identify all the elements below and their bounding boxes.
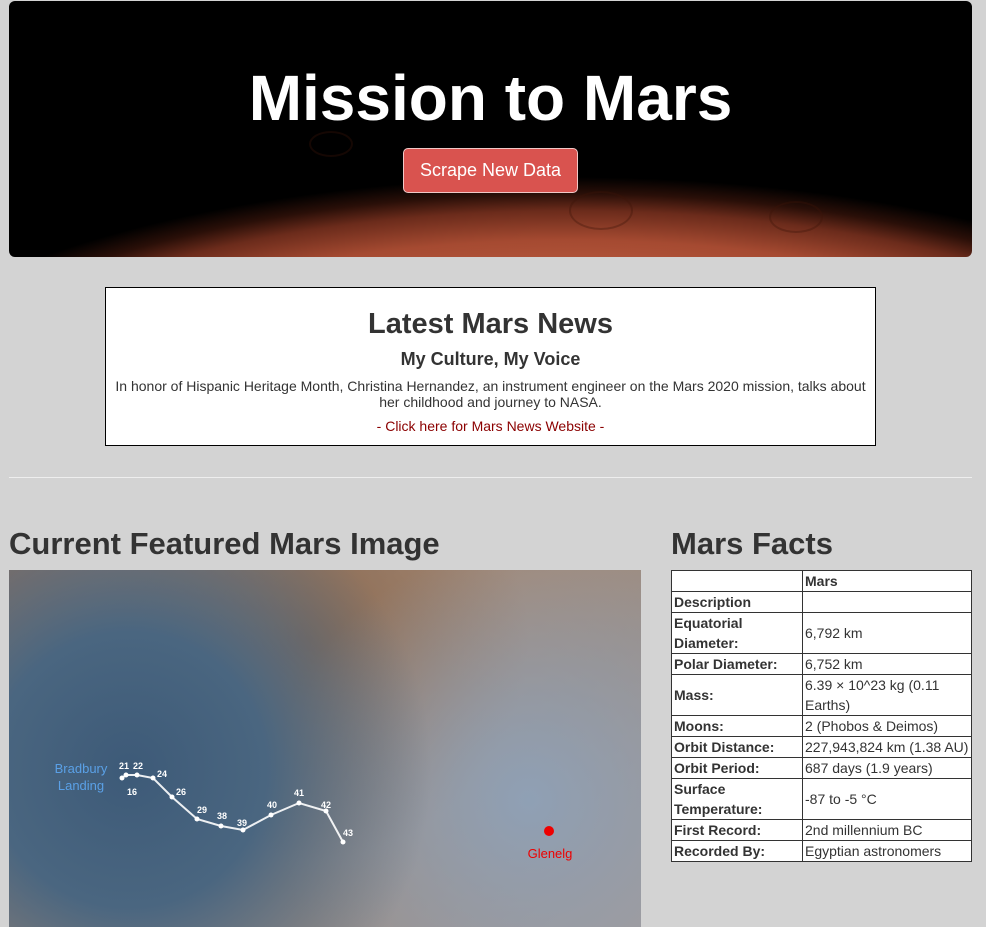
news-heading: Latest Mars News: [368, 308, 613, 340]
table-row: Orbit Period: 687 days (1.9 years): [671, 757, 972, 779]
waypoint-label: 43: [343, 828, 353, 838]
waypoint-marker: [296, 800, 302, 806]
waypoint-label: 26: [176, 787, 186, 797]
waypoint-marker: [240, 827, 246, 833]
table-row: Recorded By: Egyptian astronomers: [671, 840, 972, 862]
featured-image-heading: Current Featured Mars Image: [9, 526, 440, 561]
waypoint-label: 42: [321, 800, 331, 810]
fact-value: 227,943,824 km (1.38 AU): [802, 736, 972, 758]
fact-value: -87 to -5 °C: [802, 778, 972, 820]
table-row: First Record: 2nd millennium BC: [671, 819, 972, 841]
waypoint-marker: [268, 812, 274, 818]
waypoint-label: 38: [217, 811, 227, 821]
fact-value: [802, 591, 972, 613]
fact-value: 687 days (1.9 years): [802, 757, 972, 779]
table-header-row: Mars: [671, 570, 972, 592]
waypoint-marker: [134, 772, 140, 778]
waypoint-marker: [123, 772, 129, 778]
table-header-cell: [671, 570, 803, 592]
waypoint-label: 39: [237, 818, 247, 828]
bradbury-landing-label: Landing: [58, 778, 104, 793]
glenelg-label: Glenelg: [528, 846, 573, 861]
fact-label: Polar Diameter:: [671, 653, 803, 675]
waypoint-marker: [119, 775, 125, 781]
fact-label: Mass:: [671, 674, 803, 716]
fact-label: Orbit Period:: [671, 757, 803, 779]
scrape-new-data-button[interactable]: Scrape New Data: [403, 148, 578, 193]
fact-label: Moons:: [671, 715, 803, 737]
waypoint-label: 16: [127, 787, 137, 797]
waypoint-label: 41: [294, 788, 304, 798]
waypoint-label: 24: [157, 769, 167, 779]
fact-label: First Record:: [671, 819, 803, 841]
waypoint-marker: [169, 794, 175, 800]
waypoint-marker: [218, 823, 224, 829]
fact-label: Recorded By:: [671, 840, 803, 862]
table-header-cell: Mars: [802, 570, 972, 592]
rover-traverse-map: 21 22 24 16 26 29 38 39 40 41 42 43 Bradbury Landin…: [55, 761, 573, 861]
fact-value: Egyptian astronomers: [802, 840, 972, 862]
table-row: Mass: 6.39 × 10^23 kg (0.11 Earths): [671, 674, 972, 716]
news-paragraph: In honor of Hispanic Heritage Month, Chr…: [115, 378, 866, 410]
waypoint-marker: [150, 775, 156, 781]
fact-value: 6,792 km: [802, 612, 972, 654]
fact-label: Surface Temperature:: [671, 778, 803, 820]
table-row: Description: [671, 591, 972, 613]
table-row: Polar Diameter: 6,752 km: [671, 653, 972, 675]
featured-mars-image[interactable]: 21 22 24 16 26 29 38 39 40 41 42 43 Bradbury Landin…: [9, 570, 641, 927]
crater-decoration: [769, 201, 823, 233]
table-row: Equatorial Diameter: 6,792 km: [671, 612, 972, 654]
news-title: My Culture, My Voice: [400, 349, 581, 369]
fact-value: 2nd millennium BC: [802, 819, 972, 841]
table-row: Surface Temperature: -87 to -5 °C: [671, 778, 972, 820]
fact-value: 2 (Phobos & Deimos): [802, 715, 972, 737]
page-title: Mission to Mars: [248, 62, 733, 134]
traverse-path: [121, 774, 344, 843]
fact-value: 6.39 × 10^23 kg (0.11 Earths): [802, 674, 972, 716]
fact-label: Description: [671, 591, 803, 613]
waypoint-label: 22: [133, 761, 143, 771]
hero-banner: Mission to Mars Scrape New Data: [9, 1, 972, 257]
waypoint-label: 21: [119, 761, 129, 771]
latest-news-panel: Latest Mars News My Culture, My Voice In…: [105, 287, 876, 446]
mars-facts-table: Mars Description Equatorial Diameter: 6,79…: [671, 570, 972, 862]
glenelg-marker: [544, 826, 554, 836]
news-website-link[interactable]: - Click here for Mars News Website -: [377, 418, 605, 434]
fact-label: Equatorial Diameter:: [671, 612, 803, 654]
fact-label: Orbit Distance:: [671, 736, 803, 758]
waypoint-label: 40: [267, 800, 277, 810]
crater-decoration: [569, 191, 633, 230]
table-row: Moons: 2 (Phobos & Deimos): [671, 715, 972, 737]
table-row: Orbit Distance: 227,943,824 km (1.38 AU): [671, 736, 972, 758]
fact-value: 6,752 km: [802, 653, 972, 675]
divider: [9, 477, 972, 478]
mars-facts-heading: Mars Facts: [671, 526, 833, 561]
waypoint-marker: [194, 816, 200, 822]
waypoint-marker: [340, 839, 346, 845]
bradbury-landing-label: Bradbury: [55, 761, 108, 776]
waypoint-label: 29: [197, 805, 207, 815]
